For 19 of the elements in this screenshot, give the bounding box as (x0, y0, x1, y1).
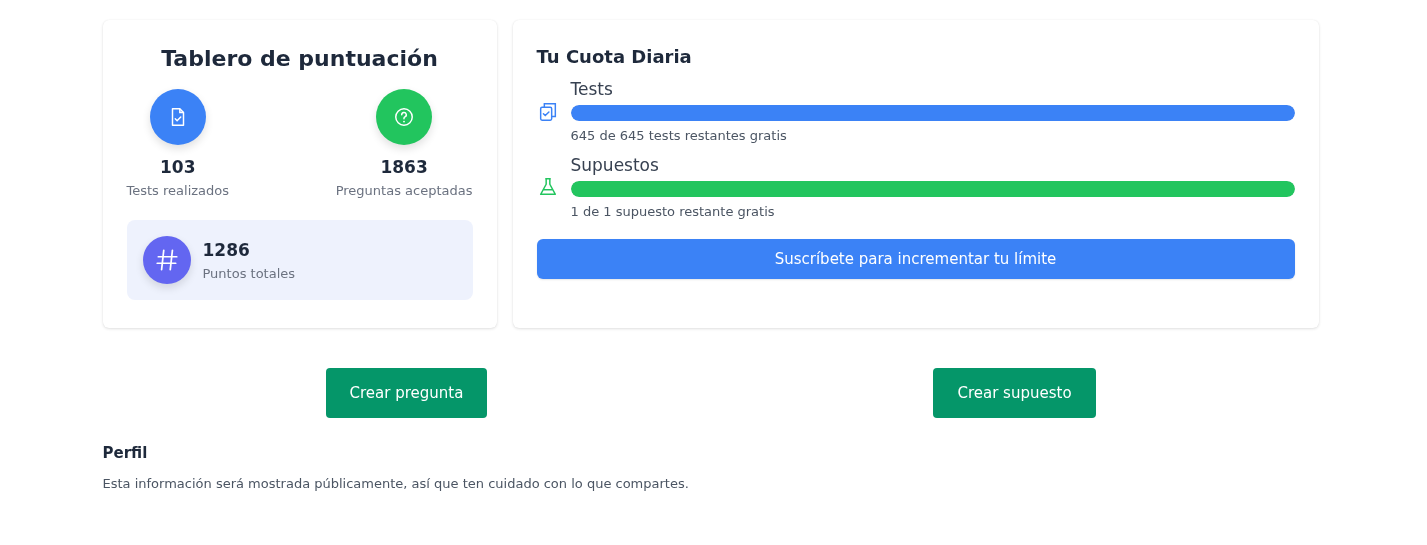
quota-reading: 1 de 1 supuesto restante gratis (570, 204, 776, 219)
quota-name: Supuestos (570, 155, 660, 175)
quota-name: Tests (570, 79, 614, 99)
total-value: 1286 (202, 239, 251, 260)
section-title: Perfil (102, 444, 149, 462)
card-title: Tablero de puntuación (160, 46, 439, 71)
create-button[interactable]: Crear supuesto (933, 368, 1096, 418)
question-icon (393, 106, 416, 128)
quota-reading: 645 de 645 tests restantes gratis (570, 128, 788, 143)
create-button[interactable]: Crear pregunta (325, 368, 488, 418)
stat-label: Preguntas aceptadas (335, 183, 473, 198)
stat-value: 1863 (380, 157, 428, 177)
total-label: Puntos totales (202, 265, 296, 281)
subscribe-button[interactable]: Suscríbete para incrementar tu límite (536, 239, 1295, 279)
card-title: Tu Cuota Diaria (536, 46, 693, 67)
stat-label: Tests realizados (126, 183, 230, 198)
section-description: Esta información será mostrada públicamente, así que ten cuidado con lo que compartes. (102, 476, 690, 491)
stat-value: 103 (160, 157, 196, 177)
hash-icon (153, 247, 180, 273)
